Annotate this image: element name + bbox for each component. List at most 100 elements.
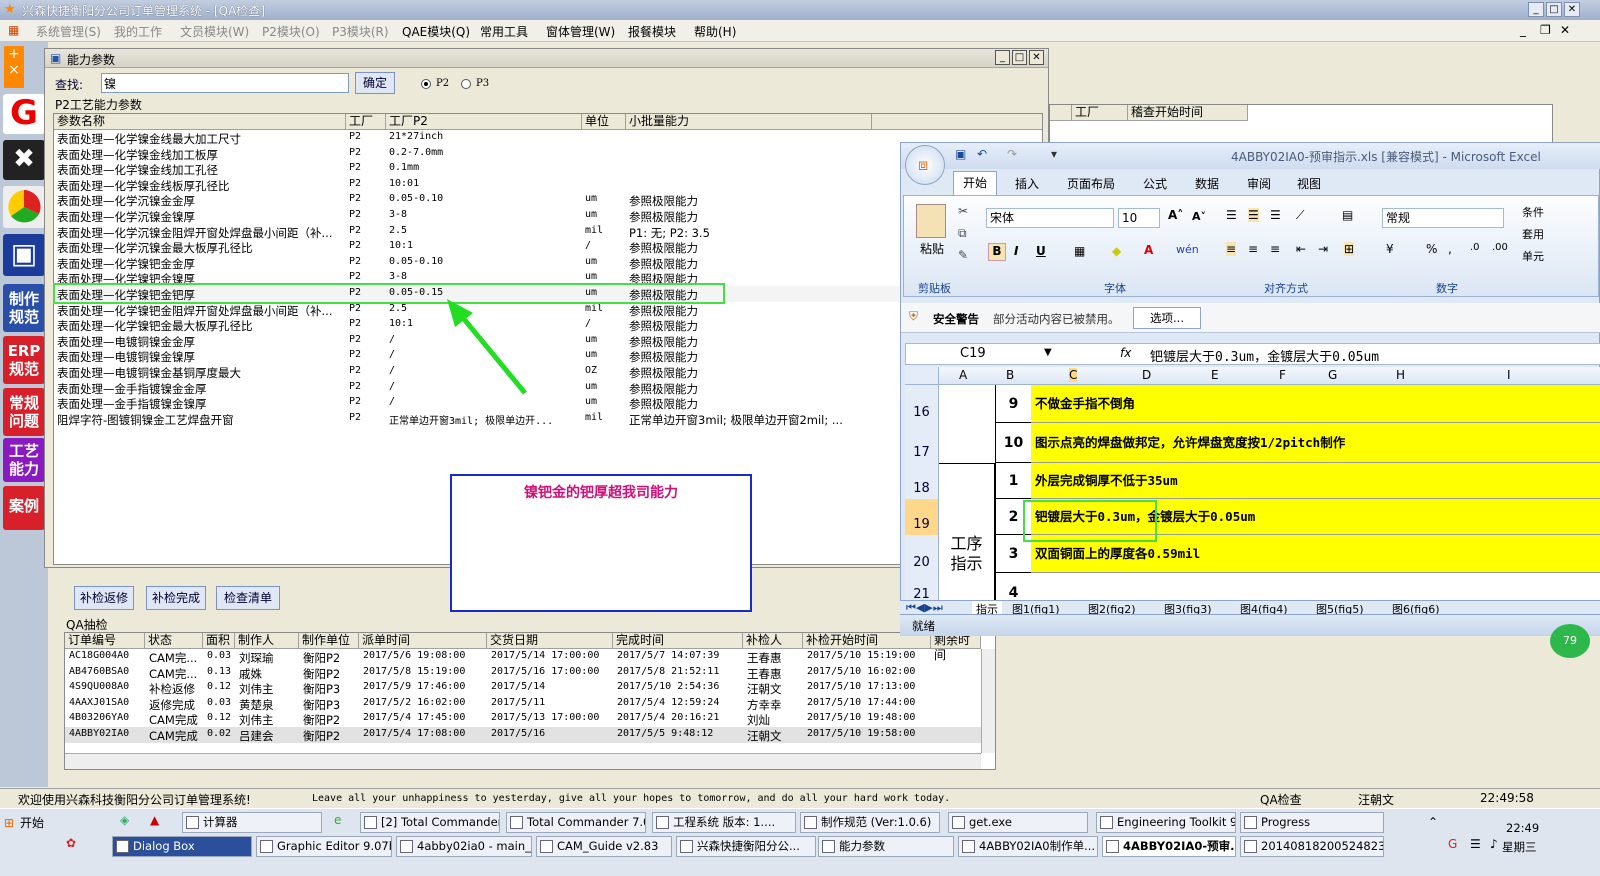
cap-col-header[interactable]: 参数名称 (54, 114, 346, 130)
cap-table-row[interactable]: 表面处理—化学镍金线最大加工尺寸 P2 21*27inch (54, 130, 1042, 146)
cell-c17[interactable]: 图示点亮的焊盘做邦定，允许焊盘宽度按1/2pitch制作 (1031, 423, 1600, 463)
qa-col-header[interactable]: 面积 (203, 633, 235, 649)
row-header-18[interactable]: 18 (905, 463, 939, 499)
office-button[interactable]: ⧈ (905, 145, 945, 185)
task-makesheet[interactable]: 4ABBY02IA0制作单... (958, 836, 1098, 857)
format-as-table-button[interactable]: 套用 (1522, 226, 1544, 242)
sidebar-erp[interactable]: ERP 规范 (3, 336, 45, 384)
task-graphic[interactable]: Graphic Editor 9.07b... (256, 836, 392, 857)
cap-table-row[interactable]: 表面处理—化学沉镍金阻焊开窗处焊盘最小间距（补... P2 2.5 mil P1: 无;… (54, 224, 1042, 240)
cap-col-header[interactable]: 工厂P2 (386, 114, 582, 130)
g-app-icon[interactable]: G (3, 94, 45, 134)
col-header-d[interactable]: D (1142, 368, 1151, 382)
sidebar-capability[interactable]: 工艺 能力 (3, 438, 45, 482)
tray-up-icon[interactable]: ⌃ (1428, 815, 1438, 829)
cell-c16[interactable]: 不做金手指不倒角 (1031, 385, 1600, 423)
qa-table-row[interactable]: 4ABBY02IA0 CAM完成 0.02 吕建会 衡阳P2 2017/5/4 17:08… (65, 727, 981, 743)
merge-center-icon[interactable]: ⊞ (1344, 242, 1355, 256)
task-engineering[interactable]: 工程系统 版本: 1.... (652, 812, 796, 833)
cap-table-row[interactable]: 阻焊字符-图镀铜镍金工艺焊盘开窗 P2 正常单边开窗3mil; 极限单边开... mi… (54, 411, 1042, 427)
search-input[interactable] (101, 73, 349, 93)
menu-window[interactable]: 窗体管理(W) (546, 23, 615, 40)
cap-table-row[interactable]: 表面处理—化学镍钯金金厚 P2 0.05-0.10 um 参照极限能力 (54, 255, 1042, 271)
col-header-f[interactable]: F (1279, 368, 1286, 382)
qa-col-header[interactable]: 补检人 (743, 633, 803, 649)
task-progress[interactable]: Progress (1240, 812, 1384, 833)
task-spec[interactable]: 制作规范 (Ver:1.0.6) (800, 812, 940, 833)
qa-table-row[interactable]: 4S9QU008A0 补检返修 0.12 刘伟主 衡阳P3 2017/5/9 17:46:… (65, 680, 981, 696)
radio-p2[interactable] (421, 79, 431, 89)
cell-b17[interactable]: 10 (995, 423, 1031, 463)
cap-col-header[interactable]: 单位 (582, 114, 626, 130)
cell-c18[interactable]: 外层完成铜厚不低于35um (1031, 463, 1600, 499)
bold-button[interactable]: B (988, 243, 1006, 261)
quicklaunch-sync-icon[interactable]: ◈ (120, 813, 129, 827)
qa-table-row[interactable]: 4AAXJ01SA0 返修完成 0.03 黄楚泉 衡阳P3 2017/5/2 16:02:… (65, 696, 981, 712)
minimize-button[interactable]: _ (1528, 2, 1544, 17)
sidebar-spec[interactable]: 制作 规范 (3, 284, 45, 332)
col-header-g[interactable]: G (1328, 368, 1337, 382)
name-box-dropdown-icon[interactable]: ▼ (1044, 347, 1052, 358)
italic-button[interactable]: I (1014, 244, 1018, 258)
maximize-button[interactable]: □ (1546, 2, 1562, 17)
menu-mywork[interactable]: 我的工作 (114, 23, 162, 40)
percent-icon[interactable]: % (1426, 242, 1437, 256)
cap-table-row[interactable]: 表面处理—化学镍金线加工孔径 P2 0.1mm (54, 161, 1042, 177)
tab-review[interactable]: 审阅 (1247, 175, 1271, 192)
cap-table-row[interactable]: 表面处理—化学沉镍金最大板厚孔径比 P2 10:1 / 参照极限能力 (54, 239, 1042, 255)
pdf-icon[interactable]: ▲ (150, 813, 159, 827)
fill-color-icon[interactable]: ◆ (1112, 244, 1121, 258)
cap-table-row[interactable]: 表面处理—化学沉镍金镍厚 P2 3-8 um 参照极限能力 (54, 208, 1042, 224)
checklist-button[interactable]: 检查清单 (216, 586, 280, 610)
comma-icon[interactable]: , (1448, 242, 1452, 256)
increase-decimal-icon[interactable]: .0 (1470, 242, 1480, 253)
sidebar-common[interactable]: 常规 问题 (3, 388, 45, 436)
recheck-return-button[interactable]: 补检返修 (74, 586, 134, 610)
options-button[interactable]: 选项... (1133, 307, 1201, 329)
menu-qae[interactable]: QAE模块(Q) (402, 23, 470, 40)
recheck-done-button[interactable]: 补检完成 (146, 586, 206, 610)
mdi-close-icon[interactable]: ✕ (1560, 23, 1570, 37)
qa-col-header[interactable]: 订单编号 (65, 633, 145, 649)
task-file[interactable]: 20140818200524823... (1240, 836, 1384, 857)
align-right-icon[interactable]: ≡ (1270, 242, 1280, 256)
qa-col-header[interactable]: 状态 (145, 633, 203, 649)
clock-time[interactable]: 22:49 (1506, 821, 1539, 835)
chart-icon[interactable] (3, 186, 45, 228)
qa-hscrollbar[interactable] (65, 753, 981, 769)
dialog-close-button[interactable]: ✕ (1029, 50, 1044, 65)
row-header-16[interactable]: 16 (905, 385, 939, 423)
row-header-17[interactable]: 17 (905, 423, 939, 463)
sidebar-case[interactable]: 案例 (3, 486, 45, 530)
border-icon[interactable]: ▦ (1074, 244, 1085, 258)
currency-icon[interactable]: ¥ (1386, 242, 1394, 256)
tab-insert[interactable]: 插入 (1015, 175, 1039, 192)
qa-table-row[interactable]: AB4760BSA0 CAM完... 0.13 戚姝 衡阳P2 2017/5/8 15:1… (65, 665, 981, 681)
shrink-font-icon[interactable]: A˅ (1192, 210, 1206, 223)
wrap-text-icon[interactable]: ▤ (1342, 208, 1353, 222)
task-capability[interactable]: 能力参数 (818, 836, 954, 857)
qa-table-row[interactable]: 4B03206YA0 CAM完成 0.12 刘伟主 衡阳P2 2017/5/4 17:45… (65, 711, 981, 727)
menu-p2[interactable]: P2模块(O) (262, 23, 320, 40)
align-left-icon[interactable]: ≡ (1226, 242, 1237, 256)
name-box[interactable]: C19 (960, 346, 986, 361)
paste-icon[interactable] (916, 204, 946, 238)
radio-p3[interactable] (461, 79, 471, 89)
paste-label[interactable]: 粘贴 (920, 240, 944, 257)
align-top-icon[interactable]: ☰ (1226, 208, 1237, 222)
decrease-indent-icon[interactable]: ⇤ (1296, 242, 1306, 256)
tools-icon[interactable]: ✖ (3, 140, 45, 180)
align-center-icon[interactable]: ≡ (1248, 242, 1258, 256)
cut-icon[interactable]: ✂ (958, 204, 968, 218)
sheet-nav-icon[interactable]: ⏮◀▶⏭ (906, 601, 943, 615)
cell-b16[interactable]: 9 (995, 385, 1031, 423)
row-header-19[interactable]: 19 (905, 499, 939, 535)
cap-table-row[interactable]: 表面处理—电镀铜镍金金厚 P2/um 参照极限能力 (54, 333, 1042, 349)
expand-icon[interactable]: + × (4, 46, 24, 88)
col-header-a[interactable]: A (959, 368, 967, 382)
cap-table-row[interactable]: 表面处理—化学镍金线加工板厚 P2 0.2-7.0mm (54, 146, 1042, 162)
qa-table-row[interactable]: AC18G004A0 CAM完... 0.03 刘琛瑜 衡阳P2 2017/5/6 19:… (65, 649, 981, 665)
tray-network-icon[interactable]: ☰ (1470, 837, 1481, 851)
font-size-select[interactable]: 10 (1118, 208, 1160, 228)
col-header-h[interactable]: H (1396, 368, 1405, 382)
